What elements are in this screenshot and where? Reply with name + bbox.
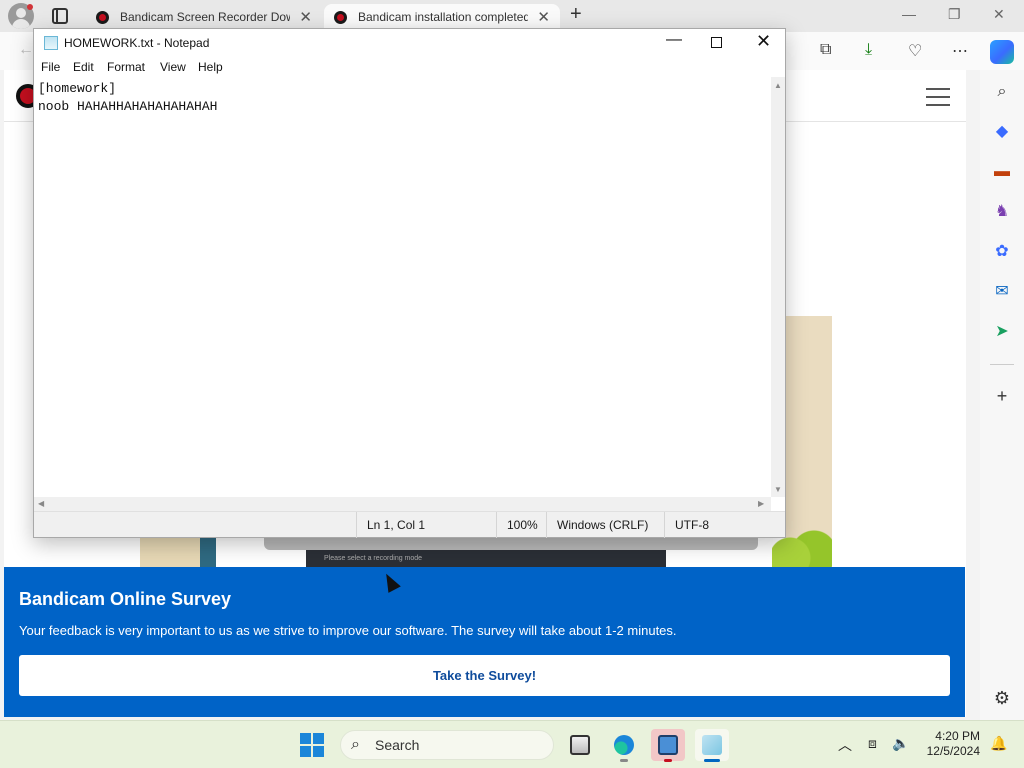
notepad-menubar: File Edit Format View Help bbox=[34, 57, 785, 77]
copilot-icon[interactable] bbox=[990, 40, 1014, 64]
performance-icon[interactable]: ♡ bbox=[908, 41, 922, 61]
add-icon[interactable]: + bbox=[992, 386, 1012, 406]
scroll-up-icon[interactable]: ▲ bbox=[774, 81, 782, 90]
minimize-button[interactable]: — bbox=[666, 31, 682, 49]
bandicam-favicon-icon bbox=[96, 11, 109, 24]
scroll-right-icon[interactable]: ▶ bbox=[758, 499, 764, 508]
bandicam-icon bbox=[658, 735, 678, 755]
browser-close-button[interactable]: ✕ bbox=[993, 6, 1005, 23]
taskbar: ⌕ Search ︿ ⧈ 🔈 4:20 PM 12/5/2024 🔔 bbox=[0, 720, 1024, 768]
tab-title: Bandicam installation completed bbox=[358, 10, 528, 24]
taskbar-bandicam[interactable] bbox=[651, 729, 685, 762]
running-indicator bbox=[664, 759, 672, 762]
notification-dot bbox=[27, 4, 33, 10]
microsoft365-icon[interactable]: ✿ bbox=[992, 242, 1012, 262]
menu-edit[interactable]: Edit bbox=[73, 60, 94, 74]
taskbar-search[interactable]: ⌕ Search bbox=[340, 730, 554, 760]
clock-date: 12/5/2024 bbox=[926, 744, 980, 758]
status-encoding: UTF-8 bbox=[664, 512, 785, 538]
survey-description: Your feedback is very important to us as… bbox=[19, 623, 677, 638]
survey-banner: Bandicam Online Survey Your feedback is … bbox=[4, 567, 965, 717]
file-explorer-icon bbox=[570, 735, 590, 755]
active-indicator bbox=[704, 759, 720, 762]
tab-title: Bandicam Screen Recorder Dow bbox=[120, 10, 290, 24]
sidebar-divider bbox=[990, 364, 1014, 365]
browser-minimize-button[interactable]: — bbox=[902, 6, 916, 22]
survey-title: Bandicam Online Survey bbox=[19, 589, 232, 609]
more-icon[interactable]: ⋯ bbox=[952, 41, 968, 61]
tab-close-icon[interactable]: ✕ bbox=[537, 8, 550, 26]
notepad-window: HOMEWORK.txt - Notepad — ✕ File Edit For… bbox=[33, 28, 786, 538]
outlook-icon[interactable]: ✉ bbox=[992, 282, 1012, 302]
taskbar-file-explorer[interactable] bbox=[563, 729, 597, 761]
illustration-accent bbox=[200, 536, 216, 568]
menu-file[interactable]: File bbox=[41, 60, 60, 74]
taskbar-notepad[interactable] bbox=[695, 729, 729, 762]
notepad-title: HOMEWORK.txt - Notepad bbox=[64, 36, 210, 50]
back-icon[interactable]: ← bbox=[18, 41, 34, 59]
status-zoom: 100% bbox=[496, 512, 546, 538]
volume-icon[interactable]: 🔈 bbox=[892, 735, 909, 752]
collections-icon[interactable]: ⧉ bbox=[820, 41, 831, 59]
new-tab-button[interactable]: + bbox=[570, 3, 582, 26]
shopping-icon[interactable]: ◆ bbox=[992, 122, 1012, 142]
edge-icon bbox=[614, 735, 634, 755]
notepad-statusbar: Ln 1, Col 1 100% Windows (CRLF) UTF-8 bbox=[34, 511, 785, 538]
vertical-scrollbar[interactable]: ▲ ▼ bbox=[771, 77, 785, 497]
tab-close-icon[interactable]: ✕ bbox=[299, 8, 312, 26]
tools-icon[interactable]: ▬ bbox=[992, 162, 1012, 182]
games-icon[interactable]: ♞ bbox=[992, 202, 1012, 222]
menu-format[interactable]: Format bbox=[107, 60, 145, 74]
taskbar-edge[interactable] bbox=[607, 729, 641, 762]
tab-actions-icon[interactable] bbox=[52, 8, 68, 24]
scroll-left-icon[interactable]: ◀ bbox=[38, 499, 44, 508]
notepad-app-icon bbox=[44, 36, 58, 50]
take-survey-button[interactable]: Take the Survey! bbox=[19, 655, 950, 696]
clock-time: 4:20 PM bbox=[935, 729, 980, 743]
illustration-screen bbox=[264, 536, 758, 550]
drop-icon[interactable]: ➤ bbox=[992, 322, 1012, 342]
settings-icon[interactable]: ⚙ bbox=[992, 688, 1012, 708]
system-clock[interactable]: 4:20 PM 12/5/2024 bbox=[922, 729, 980, 759]
close-button[interactable]: ✕ bbox=[756, 31, 771, 52]
running-indicator bbox=[620, 759, 628, 762]
horizontal-scrollbar[interactable]: ◀ ▶ bbox=[34, 497, 771, 511]
taskbar-search-placeholder: Search bbox=[375, 737, 420, 753]
downloads-icon[interactable]: ⤓ bbox=[865, 41, 872, 59]
notepad-text-area[interactable]: [homework] noob HAHAHHAHAHAHAHAHAH bbox=[34, 77, 771, 497]
browser-restore-button[interactable]: ❐ bbox=[948, 6, 961, 23]
bandicam-favicon-icon bbox=[334, 11, 347, 24]
status-line-endings: Windows (CRLF) bbox=[546, 512, 664, 538]
status-position: Ln 1, Col 1 bbox=[356, 512, 496, 538]
maximize-button[interactable] bbox=[711, 37, 722, 48]
edge-sidebar: ⌕ ◆ ▬ ♞ ✿ ✉ ➤ + ⚙ bbox=[980, 70, 1024, 720]
menu-icon[interactable] bbox=[926, 88, 950, 106]
start-button[interactable] bbox=[300, 733, 324, 757]
illustration-recording-bar: Please select a recording mode bbox=[306, 550, 666, 568]
notifications-icon[interactable]: 🔔 bbox=[990, 735, 1007, 752]
scroll-down-icon[interactable]: ▼ bbox=[774, 485, 782, 494]
network-icon[interactable]: ⧈ bbox=[868, 735, 877, 752]
search-icon: ⌕ bbox=[351, 736, 360, 753]
search-icon[interactable]: ⌕ bbox=[992, 82, 1012, 102]
notepad-titlebar[interactable]: HOMEWORK.txt - Notepad — ✕ bbox=[34, 29, 785, 57]
menu-help[interactable]: Help bbox=[198, 60, 223, 74]
notepad-icon bbox=[702, 735, 722, 755]
menu-view[interactable]: View bbox=[160, 60, 186, 74]
show-hidden-icons[interactable]: ︿ bbox=[838, 735, 852, 755]
